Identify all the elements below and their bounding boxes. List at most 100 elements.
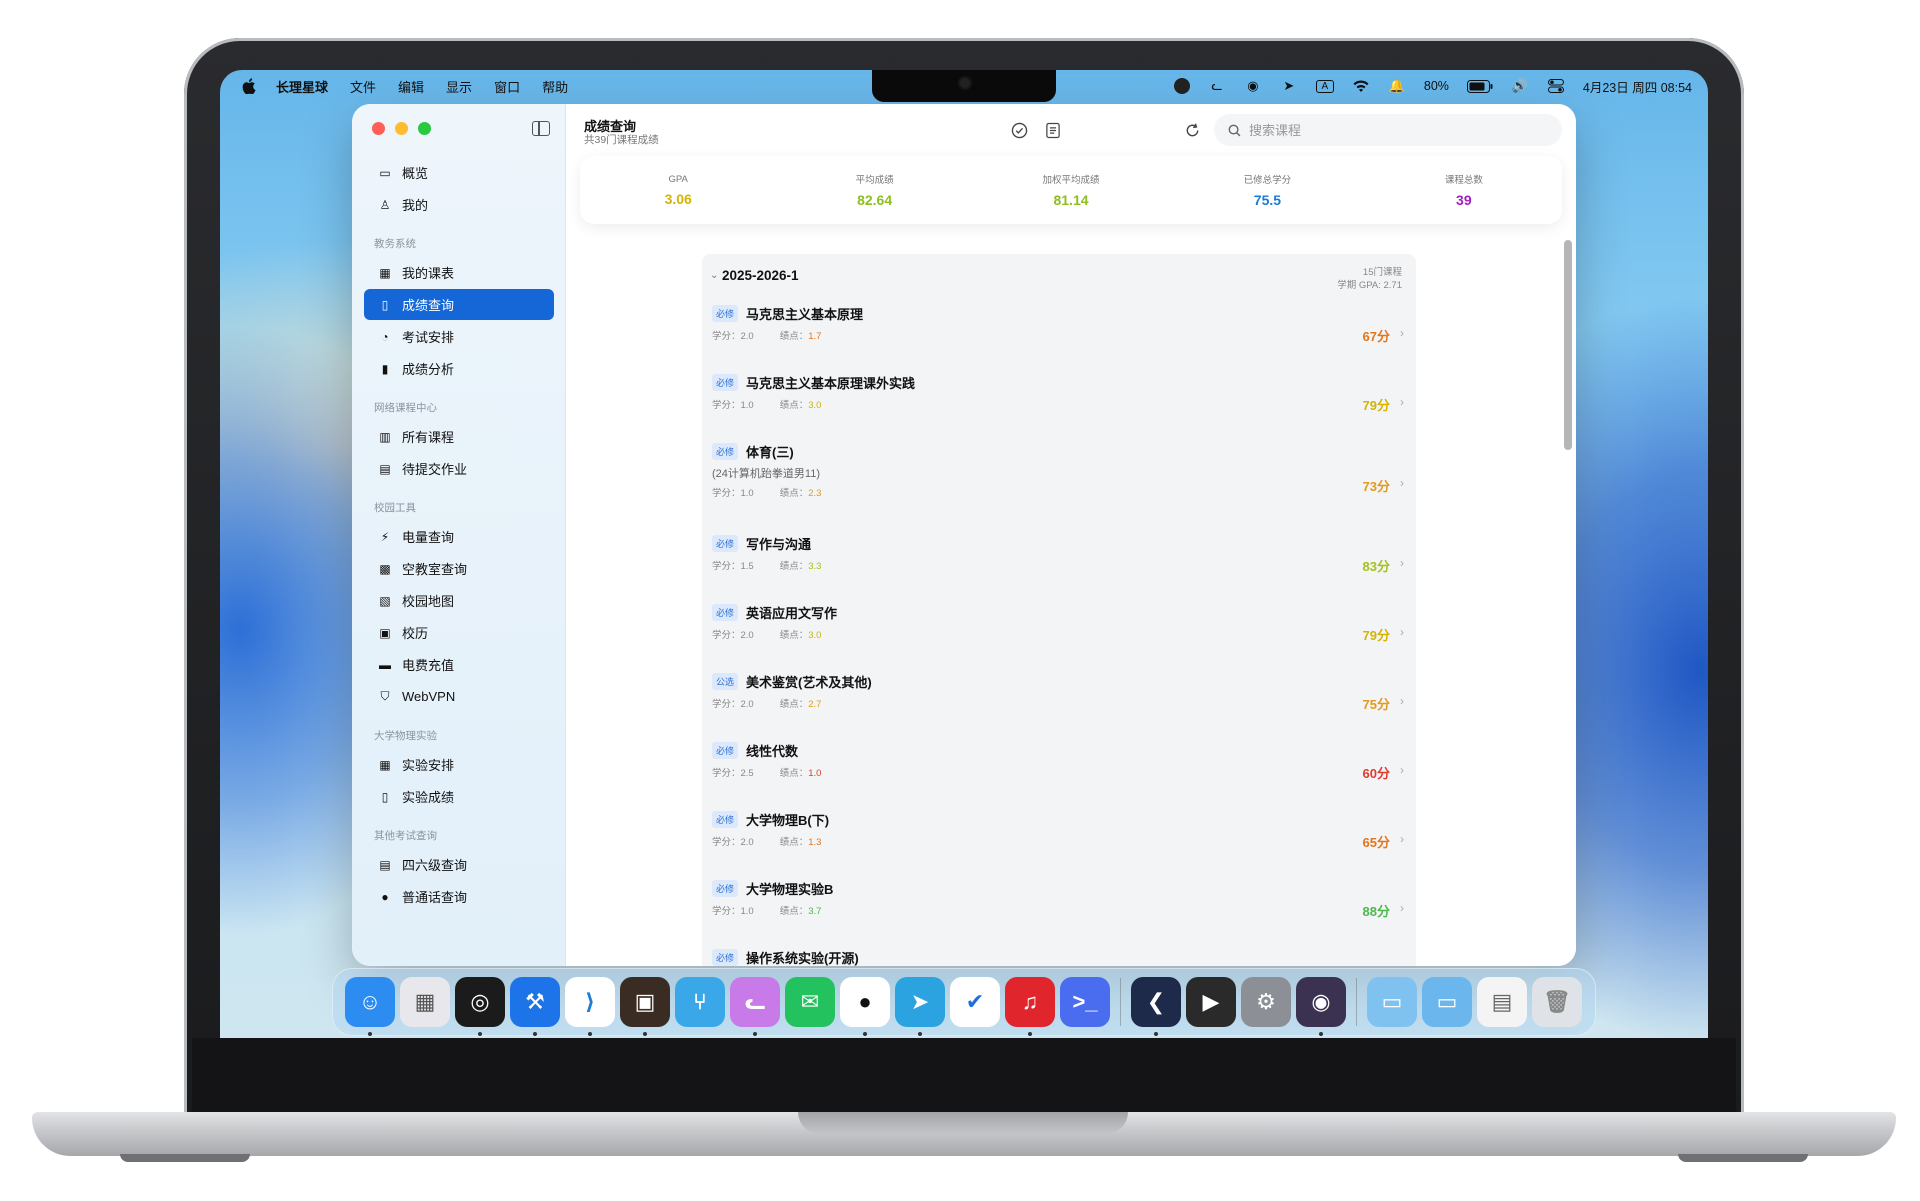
sidebar-item[interactable]: ▩ 空教室查询 [364, 553, 554, 584]
input-method-icon[interactable]: A [1315, 79, 1334, 93]
lark-icon[interactable]: ✔ [950, 977, 1000, 1027]
sidebar-item[interactable]: ⛉ WebVPN [364, 681, 554, 712]
battery-icon[interactable] [1466, 78, 1493, 94]
globe-status-icon[interactable]: ◉ [1244, 78, 1262, 94]
sidebar-item[interactable]: ▤ 四六级查询 [364, 849, 554, 880]
grades-scroll-area[interactable]: ⌄ 2025-2026-1 15门课程 学期 GPA: 2.71 必修 马克思主义… [566, 228, 1576, 966]
control-center-icon[interactable] [1547, 78, 1565, 94]
sidebar-section-title: 其他考试查询 [374, 830, 437, 842]
sidebar-toggle-icon[interactable] [532, 121, 550, 136]
fork-icon[interactable]: ⑂ [675, 977, 725, 1027]
search-field[interactable] [1214, 114, 1562, 146]
volume-icon[interactable]: 🔊 [1511, 78, 1529, 94]
sidebar-item[interactable]: ▭ 概览 [364, 157, 554, 188]
course-score: 60分 [1362, 766, 1390, 781]
qq-icon[interactable]: ● [840, 977, 890, 1036]
wechat-icon[interactable]: ✉ [785, 977, 835, 1027]
chevron-right-icon: › [1400, 556, 1404, 570]
gauge-icon: ◔ [381, 329, 389, 344]
activity-icon[interactable]: ◎ [455, 977, 505, 1036]
course-row[interactable]: 公选 美术鉴赏(艺术及其他) 学分：2.0 绩点：2.7 75分 › [702, 670, 1416, 733]
sidebar-item[interactable]: ▯ 实验成绩 [364, 781, 554, 812]
course-row[interactable]: 必修 大学物理实验B 学分：1.0 绩点：3.7 88分 › [702, 877, 1416, 940]
sidebar-item[interactable]: ▧ 校园地图 [364, 585, 554, 616]
course-meta: 学分：2.5 绩点：1.0 [712, 765, 1416, 779]
sidebar-item[interactable]: ♙ 我的 [364, 189, 554, 220]
sidebar-item[interactable]: ⚡ 电量查询 [364, 521, 554, 552]
course-score: 79分 [1362, 628, 1390, 643]
sidebar-item[interactable]: ◔ 考试安排 [364, 321, 554, 352]
status-app-icon[interactable] [1173, 78, 1190, 94]
sidebar-item[interactable]: ● 普通话查询 [364, 881, 554, 912]
wifi-icon[interactable] [1352, 78, 1370, 94]
document-button[interactable] [1043, 120, 1063, 140]
screenshot-stack-icon[interactable]: ▤ [1477, 977, 1527, 1027]
folder-icon[interactable]: ▭ [1367, 977, 1417, 1027]
minimize-button[interactable] [395, 122, 408, 135]
menubar-clock[interactable]: 4月23日 周四 08:54 [1583, 77, 1692, 96]
course-row[interactable]: 必修 马克思主义基本原理 学分：2.0 绩点：1.7 67分 › [702, 302, 1416, 365]
cat-status-icon[interactable]: ᓚ [1208, 78, 1226, 94]
sidebar-item[interactable]: ▬ 电费充值 [364, 649, 554, 680]
bell-icon[interactable]: 🔔 [1388, 78, 1406, 94]
course-credit: 学分：2.0 [712, 699, 754, 710]
grade-point-label: 绩点： [779, 768, 809, 779]
menubar-app-name[interactable]: 长理星球 [276, 77, 328, 96]
course-row[interactable]: 必修操作系统实验(开源)学分：1.0绩点：3.789分› [702, 946, 1416, 966]
finder-icon[interactable]: ☺ [345, 977, 395, 1036]
telegram-icon[interactable]: ➤ [895, 977, 945, 1036]
doc-text-icon: ▤ [379, 857, 391, 872]
close-button[interactable] [372, 122, 385, 135]
course-type-badge: 必修 [712, 948, 739, 966]
netease-music-icon[interactable]: ♫ [1005, 977, 1055, 1036]
send-status-icon[interactable]: ➤ [1280, 78, 1298, 94]
course-header: 必修 马克思主义基本原理 [712, 302, 1416, 324]
course-credit: 学分：1.5 [712, 561, 754, 572]
chat-app-icon[interactable]: >_ [1060, 977, 1110, 1027]
apple-icon[interactable] [242, 78, 256, 95]
grade-point-value: 1.0 [808, 768, 822, 779]
menu-file[interactable]: 文件 [350, 77, 376, 96]
course-row[interactable]: 必修 体育(三) (24计算机跆拳道男11) 学分：1.0 绩点：2.3 73分 › [702, 440, 1416, 526]
settings-icon[interactable]: ⚙ [1241, 977, 1291, 1027]
menu-edit[interactable]: 编辑 [398, 77, 424, 96]
chevron-down-icon[interactable]: ⌄ [710, 270, 718, 281]
sidebar-item[interactable]: ▥ 所有课程 [364, 421, 554, 452]
grade-point-value: 2.3 [808, 488, 822, 499]
scrollbar[interactable] [1564, 240, 1572, 450]
camera-app-icon[interactable]: ◉ [1296, 977, 1346, 1036]
downloads-folder-icon[interactable]: ▭ [1422, 977, 1472, 1027]
launchpad-icon[interactable]: ▦ [400, 977, 450, 1027]
copilot-icon[interactable]: ❮ [1131, 977, 1181, 1036]
course-row[interactable]: 必修 马克思主义基本原理课外实践 学分：1.0 绩点：3.0 79分 › [702, 371, 1416, 434]
course-grade-point: 绩点：1.0 [780, 765, 822, 779]
menu-view[interactable]: 显示 [446, 77, 472, 96]
running-indicator [753, 1032, 757, 1036]
stat-card: 平均成绩 82.64 [776, 156, 972, 224]
term-header[interactable]: ⌄ 2025-2026-1 15门课程 学期 GPA: 2.71 [702, 254, 1416, 296]
trash-icon[interactable]: 🗑 [1532, 977, 1582, 1027]
terminal-cat-icon[interactable]: ▣ [620, 977, 670, 1036]
refresh-button[interactable] [1182, 120, 1202, 140]
menu-window[interactable]: 窗口 [494, 77, 520, 96]
zoom-button[interactable] [418, 122, 431, 135]
stat-label: 加权平均成绩 [1042, 175, 1100, 186]
grade-point-label: 绩点： [779, 400, 809, 411]
vscode-icon[interactable]: ⟩ [565, 977, 615, 1036]
sidebar-item[interactable]: ▣ 校历 [364, 617, 554, 648]
sidebar-item[interactable]: ▮ 成绩分析 [364, 353, 554, 384]
course-row[interactable]: 必修 英语应用文写作 学分：2.0 绩点：3.0 79分 › [702, 601, 1416, 664]
course-row[interactable]: 必修 线性代数 学分：2.5 绩点：1.0 60分 › [702, 739, 1416, 802]
course-row[interactable]: 必修 大学物理B(下) 学分：2.0 绩点：1.3 65分 › [702, 808, 1416, 871]
xcode-icon[interactable]: ⚒ [510, 977, 560, 1036]
cat-app-icon[interactable]: ᓚ [730, 977, 780, 1036]
sidebar-item[interactable]: ▦ 实验安排 [364, 749, 554, 780]
search-input[interactable] [1249, 122, 1529, 138]
sidebar-item[interactable]: ▯ 成绩查询 [364, 289, 554, 320]
infuse-icon[interactable]: ▶ [1186, 977, 1236, 1027]
course-row[interactable]: 必修 写作与沟通 学分：1.5 绩点：3.3 83分 › [702, 532, 1416, 595]
sidebar-item[interactable]: ▦ 我的课表 [364, 257, 554, 288]
sidebar-item[interactable]: ▤ 待提交作业 [364, 453, 554, 484]
menu-help[interactable]: 帮助 [542, 77, 568, 96]
checkmark-circle-button[interactable] [1009, 120, 1029, 140]
